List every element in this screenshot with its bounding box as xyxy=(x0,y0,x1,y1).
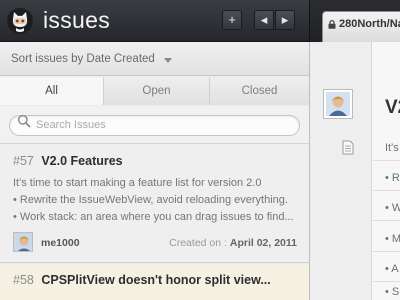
repo-tab[interactable]: 280North/Na xyxy=(322,11,400,43)
octocat-logo-icon xyxy=(7,8,33,34)
issue-detail-pane: V2 It's • R • W • M • A • S xyxy=(310,42,400,300)
top-bar: issues + ◂ ▸ 280North/Na xyxy=(0,0,400,43)
tab-closed[interactable]: Closed xyxy=(209,77,309,105)
chevron-down-icon[interactable] xyxy=(164,58,172,63)
detail-gutter xyxy=(310,42,372,300)
issue-list-item[interactable]: #58 CPSPlitView doesn't honor split view… xyxy=(0,264,309,300)
divider xyxy=(373,281,400,282)
tab-open[interactable]: Open xyxy=(103,77,209,105)
detail-line: • W xyxy=(385,202,400,214)
issue-list-item[interactable]: #57 V2.0 Features It's time to start mak… xyxy=(0,145,309,263)
issue-body-line: • Work stack: an area where you can drag… xyxy=(13,211,294,223)
divider xyxy=(373,190,400,191)
detail-line: • S xyxy=(385,286,400,298)
issue-number: #57 xyxy=(13,154,34,168)
created-label: Created on : xyxy=(169,237,227,249)
search-icon xyxy=(17,114,31,128)
issue-title: CPSPlitView doesn't honor split view... xyxy=(41,273,271,287)
search-bar: Search Issues xyxy=(0,106,309,144)
issue-created-date: Created on : April 02, 2011 xyxy=(169,237,297,249)
repo-tab-area: 280North/Na xyxy=(309,0,400,43)
tab-all[interactable]: All xyxy=(0,77,103,105)
previous-button[interactable]: ◂ xyxy=(254,10,274,30)
issue-title: V2.0 Features xyxy=(41,154,123,168)
issue-header: #57 V2.0 Features xyxy=(13,154,123,168)
detail-line: • M xyxy=(385,233,400,245)
next-button[interactable]: ▸ xyxy=(275,10,295,30)
created-date: April 02, 2011 xyxy=(229,237,297,249)
avatar xyxy=(323,89,353,119)
issue-number: #58 xyxy=(13,273,34,287)
detail-line: • A xyxy=(385,263,399,275)
lock-icon xyxy=(328,20,336,29)
issue-body-line: It's time to start making a feature list… xyxy=(13,177,262,189)
app-title: issues xyxy=(43,7,110,33)
sort-bar[interactable]: Sort issues by Date Created xyxy=(0,42,309,76)
filter-tabs: All Open Closed xyxy=(0,77,309,105)
issue-header: #58 CPSPlitView doesn't honor split view… xyxy=(13,273,271,287)
detail-title: V2 xyxy=(385,97,400,118)
document-icon xyxy=(342,140,354,155)
add-issue-button[interactable]: + xyxy=(222,10,242,30)
search-input[interactable]: Search Issues xyxy=(9,115,300,136)
issue-body-line: • Rewrite the IssueWebView, avoid reload… xyxy=(13,194,288,206)
repo-name: 280North/Na xyxy=(339,18,400,30)
detail-line: It's xyxy=(385,142,399,154)
sort-dropdown-label[interactable]: Sort issues by Date Created xyxy=(11,53,155,65)
avatar xyxy=(13,232,33,252)
divider xyxy=(373,160,400,161)
issue-author: me1000 xyxy=(41,237,80,249)
divider xyxy=(373,251,400,252)
detail-line: • R xyxy=(385,172,400,184)
divider xyxy=(373,220,400,221)
